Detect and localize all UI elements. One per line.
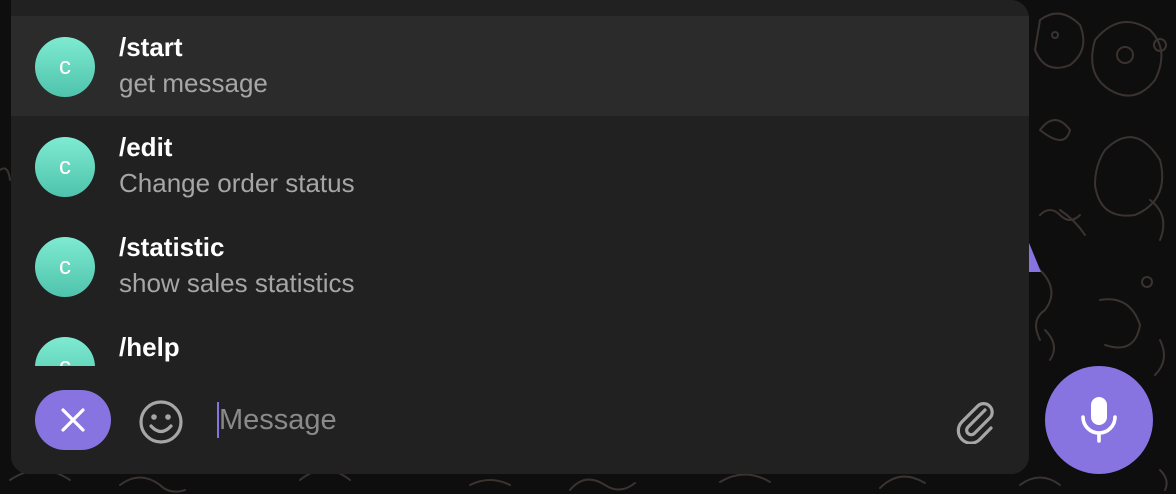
command-item-edit[interactable]: c /edit Change order status [11, 116, 1029, 216]
attach-button[interactable] [951, 396, 999, 445]
command-description: get message [119, 68, 268, 98]
command-description: show sales statistics [119, 268, 355, 298]
emoji-button[interactable] [135, 396, 187, 448]
command-name: /help [119, 332, 180, 362]
command-item-help[interactable]: c /help [11, 316, 1029, 366]
command-item-start[interactable]: c /start get message [11, 16, 1029, 116]
smile-icon [139, 400, 183, 444]
close-suggestions-button[interactable] [35, 390, 111, 450]
command-suggestions-list: c /start get message c /edit Change orde… [11, 16, 1029, 366]
message-input-bar [11, 366, 1029, 474]
bot-avatar: c [35, 37, 95, 97]
command-description: Change order status [119, 168, 355, 198]
command-item-statistic[interactable]: c /statistic show sales statistics [11, 216, 1029, 316]
voice-record-button[interactable] [1045, 366, 1153, 474]
bot-avatar: c [35, 237, 95, 297]
close-icon [61, 408, 85, 432]
paperclip-icon [956, 402, 994, 445]
bot-avatar: c [35, 337, 95, 366]
microphone-icon [1081, 397, 1117, 443]
message-bubble-tail [1027, 238, 1041, 272]
bot-avatar: c [35, 137, 95, 197]
command-name: /start [119, 32, 183, 62]
command-name: /edit [119, 132, 173, 162]
message-input[interactable] [217, 396, 919, 444]
composer-panel: c /start get message c /edit Change orde… [11, 0, 1029, 474]
command-name: /statistic [119, 232, 225, 262]
